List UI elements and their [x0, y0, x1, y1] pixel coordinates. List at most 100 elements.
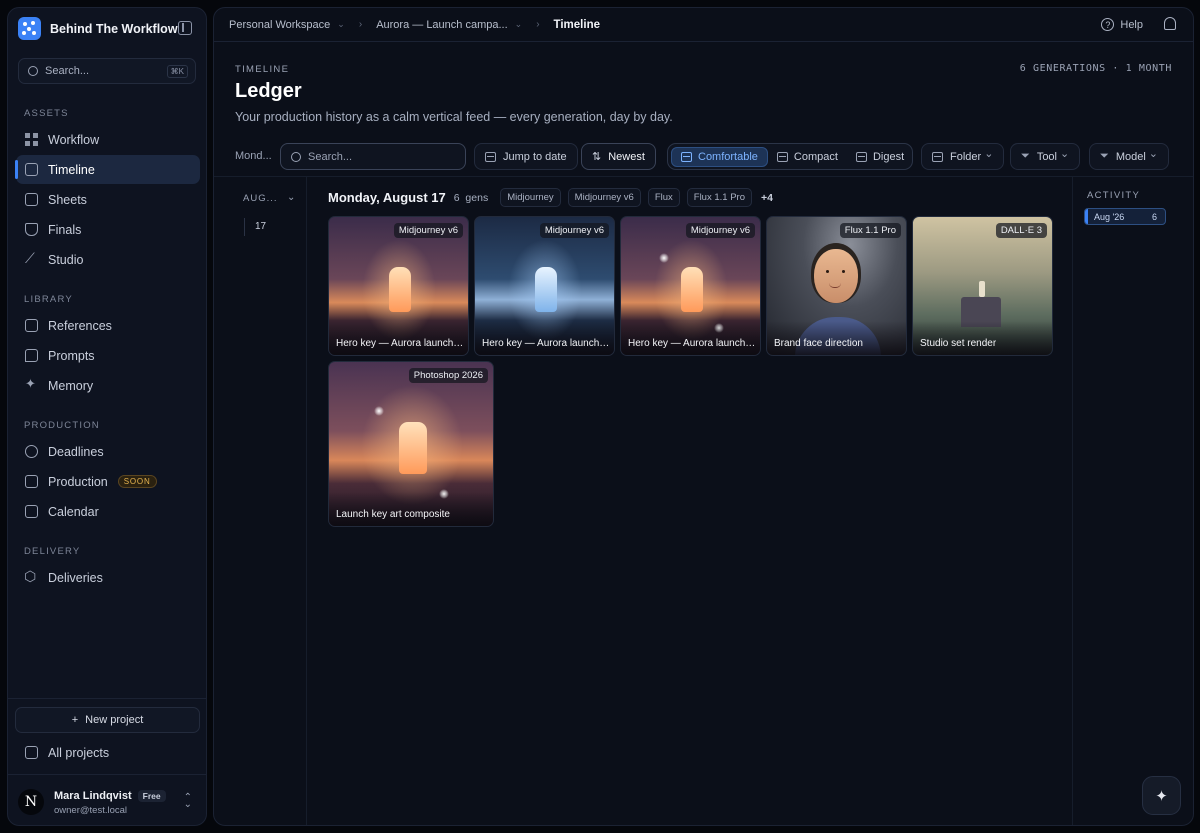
density-compact[interactable]: Compact: [768, 147, 847, 167]
more-chips[interactable]: +4: [761, 192, 773, 204]
card-caption: Brand face direction: [774, 338, 863, 349]
breadcrumb-current: Timeline: [553, 18, 600, 31]
chevron-right-icon: ›: [358, 19, 363, 30]
crumb-label: Personal Workspace: [229, 18, 331, 31]
card-caption-bg: Hero key — Aurora launch ...: [475, 321, 614, 355]
card-caption-bg: Hero key — Aurora launch ...: [621, 321, 760, 355]
user-menu[interactable]: N Mara Lindqvist Free owner@test.local: [18, 788, 166, 816]
model-chip[interactable]: Flux: [647, 188, 680, 207]
divider: [1072, 177, 1073, 825]
activity-month-bar[interactable]: Aug '26 6: [1084, 208, 1166, 225]
sheet-icon: [25, 193, 38, 206]
bell-icon[interactable]: [1164, 17, 1176, 30]
sidebar-item-production[interactable]: Production SOON: [16, 467, 200, 496]
tool-filter[interactable]: ⏷ Tool: [1010, 143, 1081, 170]
main-panel: Personal Workspace ⌄ › Aurora — Launch c…: [213, 7, 1194, 826]
divider: [214, 176, 1193, 177]
avatar: N: [18, 789, 44, 815]
gen-count: 6 gens: [454, 192, 488, 204]
sidebar-item-calendar[interactable]: Calendar: [16, 497, 200, 526]
card-caption: Hero key — Aurora launch ...: [336, 338, 464, 349]
generation-card[interactable]: DALL·E 3 Studio set render: [912, 216, 1053, 356]
model-badge: DALL·E 3: [995, 223, 1047, 238]
sidebar-item-timeline[interactable]: Timeline: [15, 155, 200, 184]
breadcrumb: Personal Workspace ⌄ › Aurora — Launch c…: [214, 8, 1193, 42]
breadcrumb-project[interactable]: Aurora — Launch campa... ⌄: [376, 19, 522, 31]
breadcrumb-workspace[interactable]: Personal Workspace ⌄: [229, 19, 345, 31]
page-subtitle: Your production history as a calm vertic…: [235, 110, 673, 124]
model-chip[interactable]: Midjourney v6: [567, 188, 641, 207]
model-chip[interactable]: Midjourney: [500, 188, 561, 207]
help-label: Help: [1120, 18, 1143, 31]
calendar-icon: [25, 163, 38, 176]
chevron-down-icon[interactable]: ⌄: [287, 192, 295, 203]
sidebar-item-studio[interactable]: Studio: [16, 245, 200, 274]
density-label: Comfortable: [698, 150, 758, 163]
card-caption-bg: Studio set render: [913, 321, 1052, 355]
sidebar-item-label: Workflow: [48, 132, 100, 147]
jump-to-date-button[interactable]: Jump to date: [474, 143, 578, 170]
generation-card[interactable]: Photoshop 2026 Launch key art composite: [328, 361, 494, 527]
sidebar-collapse-icon[interactable]: [178, 21, 192, 35]
new-project-button[interactable]: + New project: [15, 707, 200, 733]
folder-icon: [25, 746, 38, 759]
rail-tick: [244, 218, 245, 236]
gen-count-number: 6: [453, 191, 460, 204]
all-projects-link[interactable]: All projects: [16, 738, 200, 767]
sidebar-divider: [8, 774, 206, 775]
calendar-icon: [25, 505, 38, 518]
divider: [306, 177, 307, 825]
section-assets: ASSETS: [24, 108, 69, 119]
generation-card[interactable]: Midjourney v6 Hero key — Aurora launch .…: [620, 216, 761, 356]
sidebar-item-sheets[interactable]: Sheets: [16, 185, 200, 214]
rows-icon: [681, 151, 692, 162]
sort-newest-button[interactable]: ⇅ Newest: [581, 143, 656, 170]
model-badge: Midjourney v6: [393, 223, 463, 238]
density-digest[interactable]: Digest: [847, 147, 913, 167]
rail-month[interactable]: AUG...: [243, 193, 278, 204]
help-button[interactable]: ? Help: [1101, 18, 1143, 31]
rail-day[interactable]: 17: [255, 221, 266, 232]
generation-card[interactable]: Midjourney v6 Hero key — Aurora launch .…: [328, 216, 469, 356]
sidebar-item-deliveries[interactable]: Deliveries: [16, 563, 200, 592]
generation-card[interactable]: Flux 1.1 Pro Brand face direction: [766, 216, 907, 356]
all-projects-label: All projects: [48, 745, 110, 760]
sidebar-item-memory[interactable]: Memory: [16, 371, 200, 400]
chevron-right-icon: ›: [536, 19, 540, 30]
sidebar-item-finals[interactable]: Finals: [16, 215, 200, 244]
chevron-down-icon: ⌄: [337, 19, 345, 29]
brand[interactable]: Behind The Workflow: [18, 17, 178, 40]
scope-label[interactable]: Mond...: [235, 150, 272, 162]
chevron-updown-icon[interactable]: ⌃ ⌄: [184, 793, 192, 810]
sidebar-item-references[interactable]: References: [16, 311, 200, 340]
model-chip[interactable]: Flux 1.1 Pro: [686, 188, 752, 207]
user-email: owner@test.local: [54, 805, 128, 816]
doc-icon: [855, 151, 867, 162]
model-filter[interactable]: ⏷ Model: [1089, 143, 1169, 170]
section-library: LIBRARY: [24, 294, 73, 305]
density-comfortable[interactable]: Comfortable: [671, 146, 768, 167]
plus-icon: +: [71, 714, 79, 726]
chat-icon: [25, 349, 38, 362]
brand-name: Behind The Workflow: [50, 21, 178, 36]
sidebar-item-label: Memory: [48, 378, 94, 393]
sidebar-item-label: Calendar: [48, 504, 99, 519]
grid-icon: [25, 133, 38, 146]
model-badge: Midjourney v6: [685, 223, 755, 238]
sidebar-item-deadlines[interactable]: Deadlines: [16, 437, 200, 466]
section-production: PRODUCTION: [24, 420, 100, 431]
sidebar-item-workflow[interactable]: Workflow: [16, 125, 200, 154]
ai-assistant-button[interactable]: ✦: [1142, 776, 1181, 815]
sidebar-item-label: References: [48, 318, 112, 333]
section-delivery: DELIVERY: [24, 546, 81, 557]
chevron-down-icon: ⌄: [514, 19, 523, 29]
timeline-search-input[interactable]: Search...: [280, 143, 466, 170]
sidebar-search[interactable]: Search... ⌘K: [18, 58, 196, 84]
card-caption-bg: Launch key art composite: [329, 492, 493, 526]
card-caption-bg: Brand face direction: [767, 321, 906, 355]
model-badge: Midjourney v6: [539, 223, 609, 238]
model-badge: Flux 1.1 Pro: [839, 223, 901, 238]
generation-card[interactable]: Midjourney v6 Hero key — Aurora launch .…: [474, 216, 615, 356]
sidebar-item-prompts[interactable]: Prompts: [16, 341, 200, 370]
folder-filter[interactable]: Folder: [921, 143, 1005, 170]
